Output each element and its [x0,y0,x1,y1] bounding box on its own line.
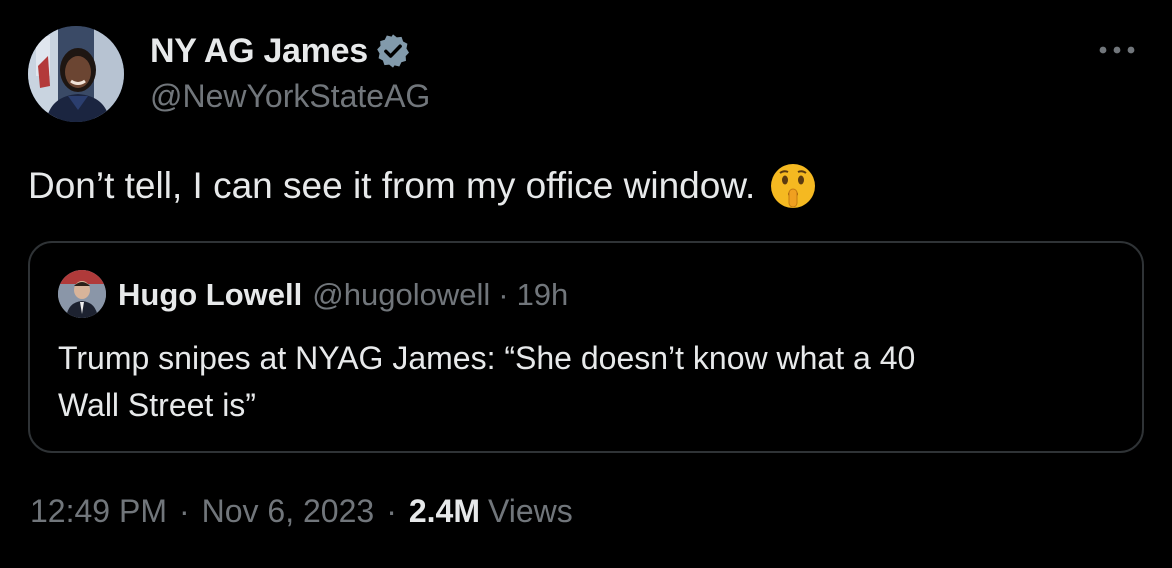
tweet-date[interactable]: Nov 6, 2023 [202,493,375,530]
author-info: NY AG James @NewYorkStateAG [150,30,430,115]
quoted-tweet-text: Trump snipes at NYAG James: “She doesn’t… [58,335,1058,429]
more-options-button[interactable] [1092,30,1142,70]
author-handle[interactable]: @NewYorkStateAG [150,78,430,115]
quoted-tweet[interactable]: Hugo Lowell @hugolowell · 19h Trump snip… [28,241,1144,453]
tweet-text-content: Don’t tell, I can see it from my office … [28,165,756,206]
quoted-separator: · [498,277,509,312]
verified-badge-icon[interactable] [374,32,412,70]
shushing-face-emoji-icon [769,162,817,210]
views-count[interactable]: 2.4M [409,493,480,530]
views-label[interactable]: Views [488,493,573,530]
tweet: NY AG James @NewYorkStateAG Don’t tell, … [0,0,1172,568]
meta-separator: · [178,493,190,529]
quoted-author-name: Hugo Lowell [118,277,303,312]
quoted-text-line-1: Trump snipes at NYAG James: “She doesn’t… [58,340,916,376]
meta-separator: · [386,493,397,529]
quoted-tweet-header: Hugo Lowell @hugolowell · 19h [118,273,568,317]
quoted-author-handle: @hugolowell [312,277,491,312]
author-display-name[interactable]: NY AG James [150,32,368,71]
tweet-time[interactable]: 12:49 PM [30,493,167,530]
author-avatar[interactable] [28,26,124,122]
quoted-text-line-2: Wall Street is” [58,387,256,423]
quoted-author-avatar[interactable] [58,270,106,318]
more-dots-icon [1099,46,1135,54]
quoted-timestamp: 19h [516,277,569,312]
tweet-text: Don’t tell, I can see it from my office … [28,162,817,210]
tweet-meta: 12:49 PM · Nov 6, 2023 · 2.4M Views [30,493,573,530]
